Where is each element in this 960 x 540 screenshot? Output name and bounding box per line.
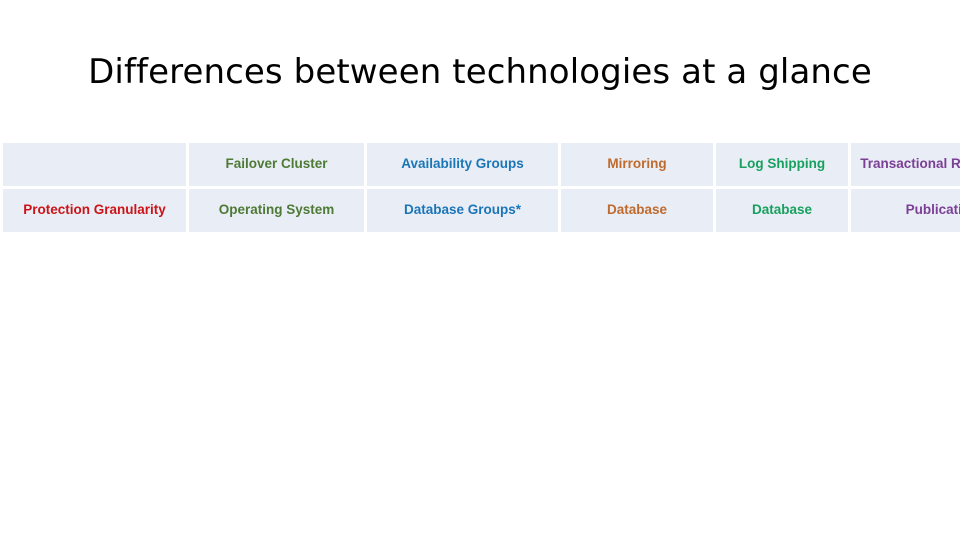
row-header-protection-granularity: Protection Granularity (3, 189, 186, 232)
cell-failover-cluster-granularity: Operating System (189, 189, 364, 232)
column-header-transactional-replication: Transactional Replication (851, 143, 960, 186)
column-header-mirroring: Mirroring (561, 143, 713, 186)
cell-transactional-replication-granularity: Publication (851, 189, 960, 232)
page-title: Differences between technologies at a gl… (88, 52, 872, 92)
slide: Differences between technologies at a gl… (0, 0, 960, 540)
table-row: Protection Granularity Operating System … (3, 189, 960, 232)
column-header-failover-cluster: Failover Cluster (189, 143, 364, 186)
column-header-availability-groups: Availability Groups (367, 143, 558, 186)
technology-comparison-table: Failover Cluster Availability Groups Mir… (0, 140, 960, 235)
column-header-log-shipping: Log Shipping (716, 143, 848, 186)
cell-log-shipping-granularity: Database (716, 189, 848, 232)
cell-availability-groups-granularity: Database Groups* (367, 189, 558, 232)
table-header-row: Failover Cluster Availability Groups Mir… (3, 143, 960, 186)
cell-mirroring-granularity: Database (561, 189, 713, 232)
table-corner-cell (3, 143, 186, 186)
